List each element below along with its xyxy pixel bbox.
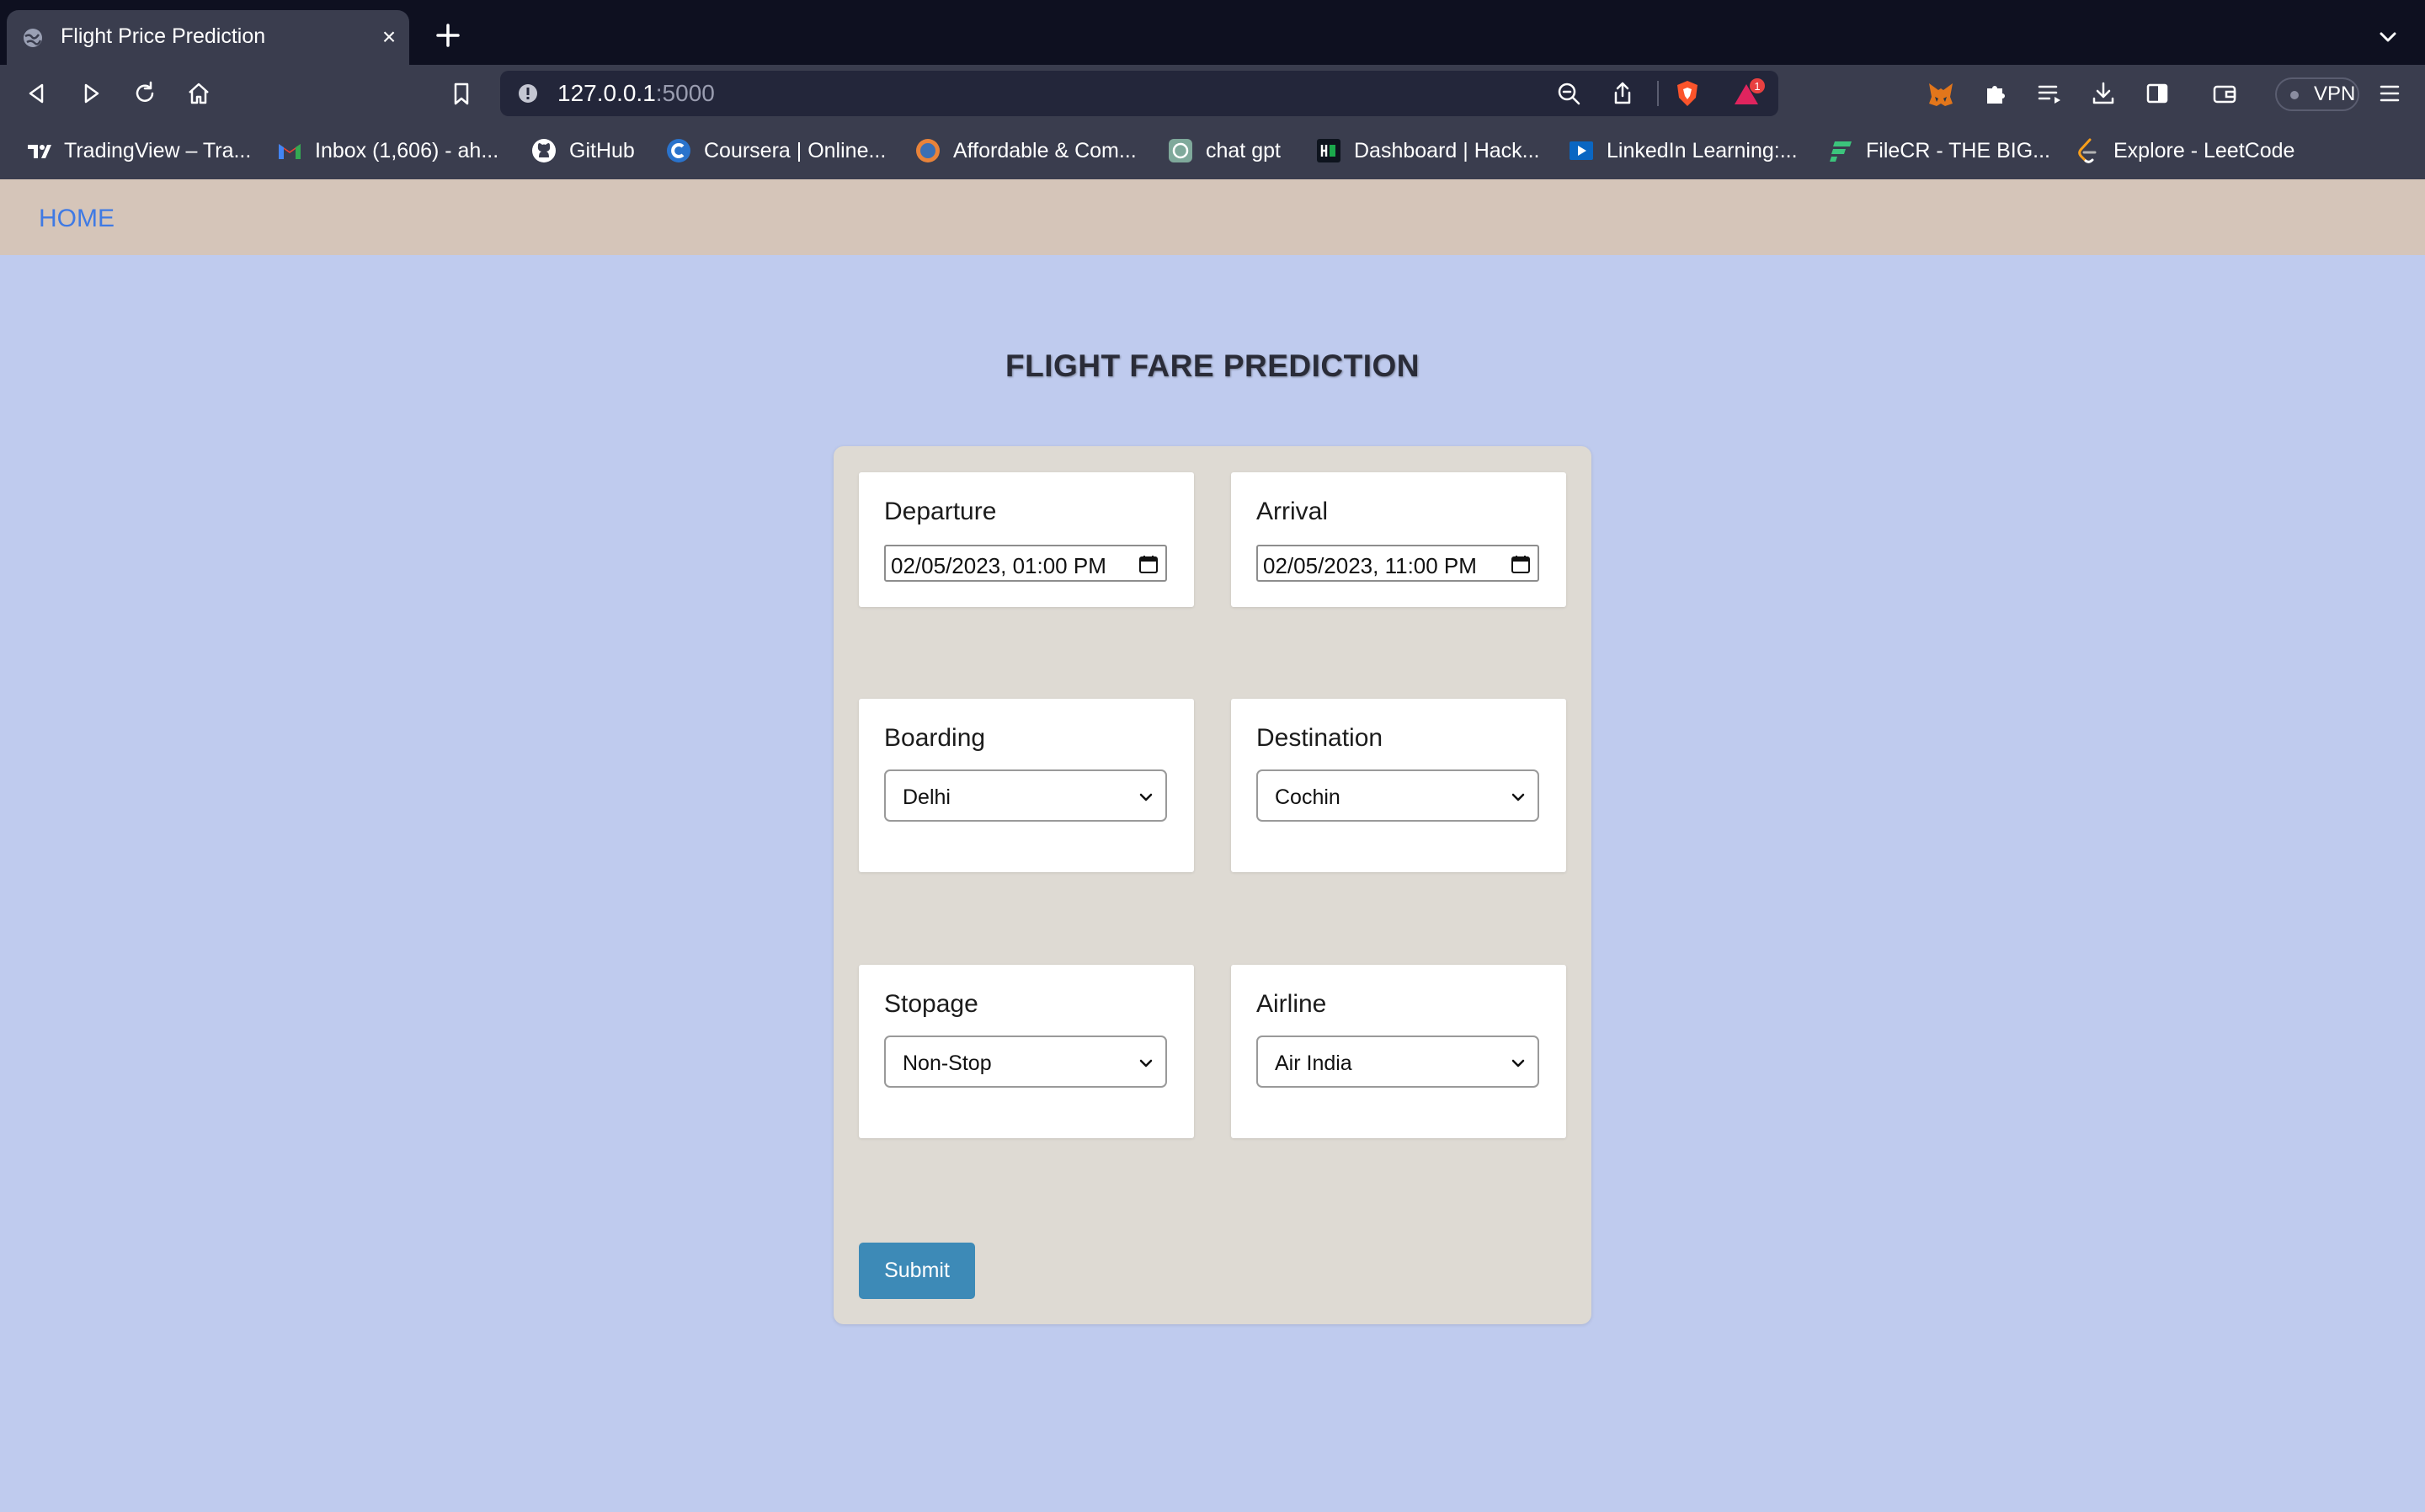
arrival-card: Arrival 02/05/2023, 11:00 PM bbox=[1231, 472, 1566, 607]
nav-home-link[interactable]: HOME bbox=[39, 205, 115, 233]
page-title: FLIGHT FARE PREDICTION bbox=[1005, 349, 1420, 383]
browser-tabstrip: Flight Price Prediction × bbox=[0, 0, 2425, 65]
site-navbar: HOME bbox=[0, 179, 2425, 255]
extensions-icon[interactable] bbox=[1982, 80, 2009, 107]
airline-select[interactable]: Air India bbox=[1256, 1036, 1539, 1088]
stopage-label: Stopage bbox=[884, 990, 978, 1018]
download-icon[interactable] bbox=[2090, 80, 2117, 107]
svg-text:1: 1 bbox=[1754, 80, 1760, 93]
chevron-down-icon bbox=[1139, 1059, 1153, 1067]
departure-value: 02/05/2023, 01:00 PM bbox=[891, 553, 1106, 578]
chevron-down-icon[interactable] bbox=[2376, 25, 2400, 49]
arrival-label: Arrival bbox=[1256, 498, 1329, 525]
wallet-icon[interactable] bbox=[2211, 80, 2238, 107]
chevron-down-icon bbox=[1139, 793, 1153, 801]
home-icon[interactable] bbox=[185, 80, 212, 107]
zoom-out-icon[interactable] bbox=[1556, 81, 1581, 106]
tradingview-icon bbox=[28, 145, 51, 158]
airline-card: Airline Air India bbox=[1231, 965, 1566, 1138]
airline-label: Airline bbox=[1256, 990, 1327, 1018]
stopage-card: Stopage Non-Stop bbox=[859, 965, 1194, 1138]
destination-card: Destination Cochin bbox=[1231, 699, 1566, 872]
chevron-down-icon bbox=[1511, 1059, 1525, 1067]
browser-tab-active[interactable]: Flight Price Prediction × bbox=[7, 10, 409, 65]
departure-label: Departure bbox=[884, 498, 997, 525]
airline-selected: Air India bbox=[1275, 1051, 1352, 1075]
arrival-datetime-input[interactable]: 02/05/2023, 11:00 PM bbox=[1256, 545, 1539, 582]
prediction-form: Departure 02/05/2023, 01:00 PM Arrival 0… bbox=[834, 446, 1591, 1324]
brave-rewards-icon[interactable]: 1 bbox=[1731, 77, 1768, 109]
coursera-icon bbox=[667, 139, 690, 162]
brave-shields-icon[interactable] bbox=[1674, 79, 1701, 108]
destination-label: Destination bbox=[1256, 724, 1383, 752]
playlist-icon[interactable] bbox=[2036, 80, 2063, 107]
vpn-button[interactable]: VPN bbox=[2275, 77, 2359, 111]
boarding-label: Boarding bbox=[884, 724, 986, 752]
leetcode-icon bbox=[2078, 138, 2097, 163]
vpn-label: VPN bbox=[2314, 83, 2356, 105]
boarding-select[interactable]: Delhi bbox=[884, 769, 1167, 822]
vpn-status-dot bbox=[2290, 91, 2299, 99]
forward-icon[interactable] bbox=[77, 80, 104, 107]
metamask-icon[interactable] bbox=[1927, 80, 1955, 109]
boarding-selected: Delhi bbox=[903, 785, 951, 809]
back-icon[interactable] bbox=[24, 80, 51, 107]
chatgpt-icon bbox=[1169, 139, 1192, 162]
url-text: 127.0.0.1:5000 bbox=[557, 80, 715, 106]
submit-button[interactable]: Submit bbox=[859, 1243, 975, 1299]
address-bar[interactable]: 127.0.0.1:5000 1 bbox=[500, 71, 1778, 116]
stopage-selected: Non-Stop bbox=[903, 1051, 992, 1075]
reload-icon[interactable] bbox=[131, 80, 158, 107]
calendar-icon[interactable] bbox=[1511, 554, 1531, 574]
github-icon bbox=[532, 139, 556, 162]
stopage-select[interactable]: Non-Stop bbox=[884, 1036, 1167, 1088]
globe-icon bbox=[24, 29, 42, 47]
destination-select[interactable]: Cochin bbox=[1256, 769, 1539, 822]
tab-title: Flight Price Prediction bbox=[61, 24, 266, 48]
gmail-icon bbox=[279, 144, 301, 159]
divider bbox=[1657, 81, 1659, 106]
globe-icon bbox=[916, 139, 940, 162]
bookmark-icon[interactable] bbox=[448, 80, 475, 107]
destination-selected: Cochin bbox=[1275, 785, 1340, 809]
linkedin-learning-icon bbox=[1570, 141, 1593, 160]
filecr-icon bbox=[1830, 141, 1852, 162]
sidebar-icon[interactable] bbox=[2144, 80, 2171, 107]
new-tab-icon[interactable] bbox=[434, 22, 461, 49]
bookmarks-bar: TradingView – Tra... Inbox (1,606) - ah.… bbox=[0, 122, 2425, 179]
departure-card: Departure 02/05/2023, 01:00 PM bbox=[859, 472, 1194, 607]
arrival-value: 02/05/2023, 11:00 PM bbox=[1263, 553, 1477, 578]
menu-icon[interactable] bbox=[2376, 80, 2403, 107]
info-icon[interactable] bbox=[517, 83, 539, 104]
tab-close-icon[interactable]: × bbox=[377, 25, 401, 49]
boarding-card: Boarding Delhi bbox=[859, 699, 1194, 872]
chevron-down-icon bbox=[1511, 793, 1525, 801]
calendar-icon[interactable] bbox=[1138, 554, 1159, 574]
hackerrank-icon bbox=[1317, 139, 1340, 162]
share-icon[interactable] bbox=[1610, 81, 1635, 106]
departure-datetime-input[interactable]: 02/05/2023, 01:00 PM bbox=[884, 545, 1167, 582]
